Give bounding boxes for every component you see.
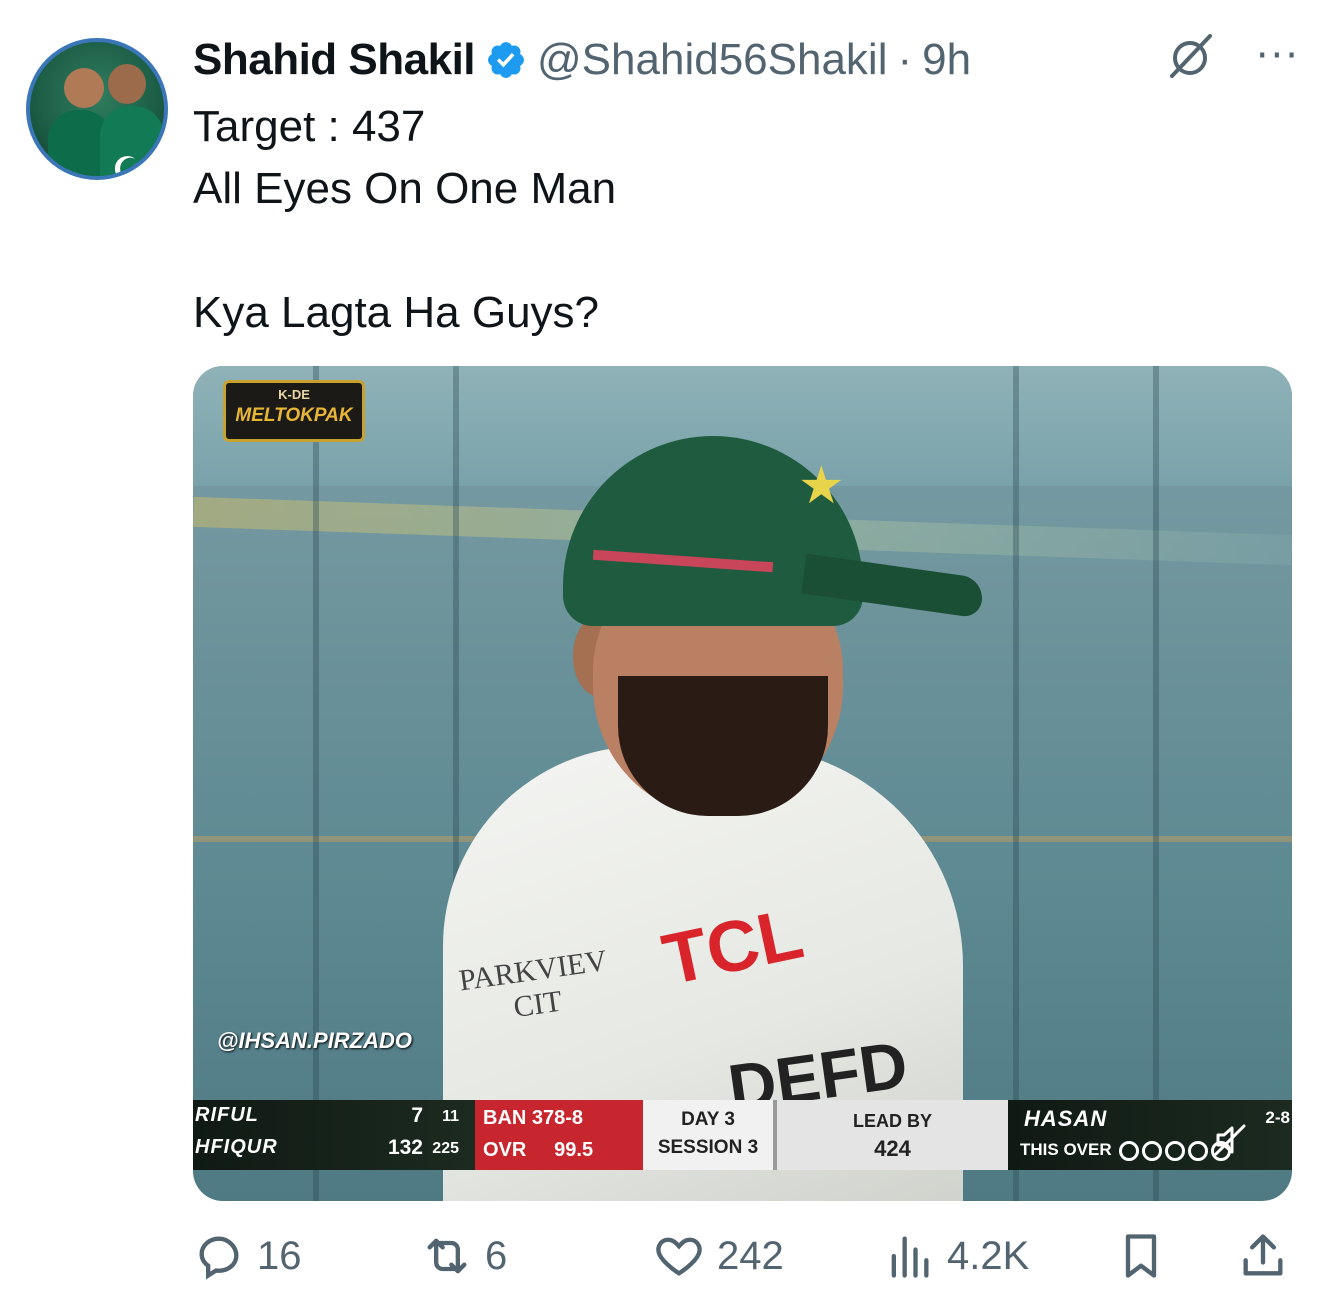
reply-button[interactable]: 16 <box>193 1226 302 1286</box>
logo-main-text: MELTOKPAK <box>235 405 353 426</box>
star-icon: ★ <box>798 456 845 516</box>
session-label: SESSION 3 <box>657 1137 759 1158</box>
team-score-panel: BAN 378-8 OVR 99.5 <box>475 1100 643 1170</box>
overs-value: 99.5 <box>554 1139 594 1161</box>
ball-dot-icon <box>1119 1140 1140 1161</box>
header-actions: ··· <box>1164 30 1300 82</box>
tweet-text-line: Target : 437 <box>193 102 426 151</box>
author-name[interactable]: Shahid Shakil <box>193 35 476 85</box>
batter-name: RIFUL <box>195 1104 259 1126</box>
team-score: BAN 378-8 <box>483 1107 584 1129</box>
batter-row: HFIQUR 132 225 <box>193 1136 475 1168</box>
day-label: DAY 3 <box>681 1109 735 1130</box>
more-icon[interactable]: ··· <box>1256 36 1300 76</box>
stadium-pillar <box>1153 366 1159 1201</box>
batter-name: HFIQUR <box>195 1136 278 1158</box>
tweet-text-line: All Eyes On One Man <box>193 164 617 213</box>
crescent-icon: ☪ <box>112 150 143 180</box>
logo-small-text: K-DE <box>278 387 310 402</box>
bowler-figures: 2-8 <box>1265 1108 1290 1127</box>
bowler-name: HASAN <box>1024 1106 1108 1131</box>
day-session-panel: DAY 3 SESSION 3 <box>643 1100 773 1170</box>
tweet-actions: 16 6 242 4.2K <box>193 1226 1293 1286</box>
mute-icon[interactable] <box>1212 1122 1248 1158</box>
author-avatar[interactable]: ☪ <box>26 38 168 180</box>
lead-label: LEAD BY <box>852 1111 932 1131</box>
avatar-figure <box>64 68 104 108</box>
batter-runs: 7 <box>411 1104 423 1127</box>
channel-logo: K-DE MELTOKPAK <box>223 380 365 442</box>
repost-icon <box>427 1238 467 1274</box>
repost-button[interactable]: 6 <box>421 1226 507 1286</box>
batter-balls: 225 <box>432 1140 459 1157</box>
stadium-pillar <box>313 366 319 1201</box>
batter-runs: 132 <box>387 1136 423 1159</box>
tweet-body: Target : 437 All Eyes On One Man Kya Lag… <box>193 96 616 344</box>
ball-dot-icon <box>1188 1140 1209 1161</box>
batter-balls: 11 <box>442 1108 459 1125</box>
verified-badge-icon <box>488 42 524 78</box>
separator-dot: · <box>897 35 913 84</box>
video-watermark: @IHSAN.PIRZADO <box>217 1028 413 1053</box>
reply-icon <box>199 1236 239 1280</box>
stadium-pillar <box>1013 366 1019 1201</box>
batter-row: RIFUL 7 11 <box>193 1104 475 1136</box>
lead-panel: LEAD BY 424 <box>773 1100 1008 1170</box>
like-count: 242 <box>717 1233 784 1278</box>
views-icon <box>891 1236 929 1278</box>
this-over-label: THIS OVER <box>1020 1140 1112 1159</box>
like-button[interactable]: 242 <box>653 1226 784 1286</box>
repost-count: 6 <box>485 1233 508 1278</box>
this-over: THIS OVER <box>1020 1140 1232 1161</box>
tweet-timestamp[interactable]: 9h <box>922 35 971 85</box>
share-button[interactable] <box>1237 1226 1289 1286</box>
share-icon <box>1243 1234 1283 1276</box>
views-button[interactable]: 4.2K <box>883 1226 1029 1286</box>
tweet-video[interactable]: K-DE MELTOKPAK ★ PARKVIEV CIT TCL DEFD @… <box>193 366 1292 1201</box>
like-icon <box>656 1237 702 1276</box>
ball-dot-icon <box>1142 1140 1163 1161</box>
jersey-sponsor-line: CIT <box>511 984 564 1025</box>
ball-dot-icon <box>1165 1140 1186 1161</box>
views-count: 4.2K <box>947 1233 1030 1278</box>
grok-icon[interactable] <box>1164 30 1216 82</box>
overs: OVR 99.5 <box>483 1139 593 1162</box>
bookmark-icon <box>1125 1234 1157 1278</box>
bowler-panel: HASAN 2-8 THIS OVER <box>1008 1100 1292 1170</box>
score-bar: RIFUL 7 11 HFIQUR 132 225 BAN 378-8 OVR … <box>193 1100 1292 1170</box>
bookmark-button[interactable] <box>1115 1226 1167 1286</box>
overs-label: OVR <box>483 1139 527 1161</box>
tweet-text-line <box>193 220 616 282</box>
reply-count: 16 <box>257 1233 302 1278</box>
author-handle[interactable]: @Shahid56Shakil <box>537 35 887 85</box>
avatar-figure <box>108 64 146 104</box>
tweet-text-line: Kya Lagta Ha Guys? <box>193 288 600 337</box>
lead-value: 424 <box>874 1136 911 1161</box>
batters-panel: RIFUL 7 11 HFIQUR 132 225 <box>193 1100 475 1170</box>
tweet-header: Shahid Shakil @Shahid56Shakil · 9h <box>193 34 971 86</box>
